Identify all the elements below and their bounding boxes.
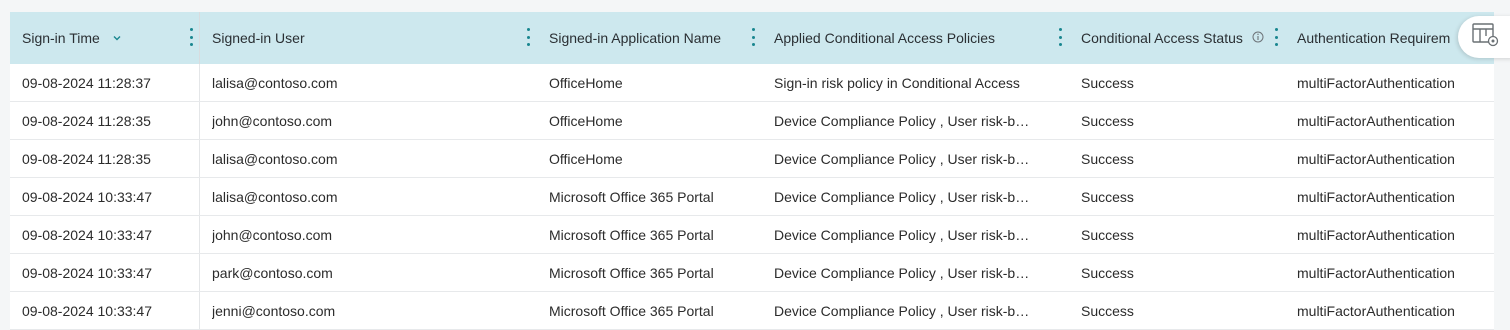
column-menu-icon[interactable]: [1059, 28, 1063, 46]
cell-authentication-requirement: multiFactorAuthentication: [1297, 74, 1455, 91]
cell-authentication-requirement: multiFactorAuthentication: [1297, 302, 1455, 319]
cell-conditional-access-status: Success: [1081, 112, 1134, 129]
cell-conditional-access-policies: Device Compliance Policy , User risk-bas…: [774, 188, 1036, 205]
cell-conditional-access-status: Success: [1081, 226, 1134, 243]
column-header-label: Applied Conditional Access Policies: [774, 30, 996, 46]
cell-application-name: OfficeHome: [549, 150, 623, 167]
cell-conditional-access-status: Success: [1081, 74, 1134, 91]
column-header-application-name[interactable]: Signed-in Application Name: [537, 12, 762, 64]
column-header-label: Signed-in Application Name: [549, 30, 721, 46]
column-menu-icon[interactable]: [190, 28, 194, 46]
column-header-label: Sign-in Time: [22, 30, 100, 46]
table-settings-icon: [1472, 22, 1500, 53]
cell-conditional-access-policies: Device Compliance Policy , User risk-bas…: [774, 226, 1036, 243]
column-header-signed-in-user[interactable]: Signed-in User: [200, 12, 537, 64]
column-menu-icon[interactable]: [1275, 28, 1279, 46]
cell-signed-in-user: john@contoso.com: [212, 226, 333, 243]
cell-sign-in-time: 09-08-2024 10:33:47: [10, 254, 200, 291]
cell-conditional-access-policies: Device Compliance Policy , User risk-bas…: [774, 150, 1036, 167]
column-menu-icon[interactable]: [527, 28, 531, 46]
cell-sign-in-time: 09-08-2024 10:33:47: [10, 178, 200, 215]
table-row[interactable]: 09-08-2024 10:33:47 john@contoso.com Mic…: [10, 216, 1494, 254]
column-header-label: Conditional Access Status: [1081, 30, 1243, 46]
table-row[interactable]: 09-08-2024 10:33:47 jenni@contoso.com Mi…: [10, 292, 1494, 330]
cell-signed-in-user: park@contoso.com: [212, 264, 333, 281]
cell-conditional-access-status: Success: [1081, 264, 1134, 281]
cell-conditional-access-policies: Sign-in risk policy in Conditional Acces…: [774, 74, 1020, 91]
cell-conditional-access-policies: Device Compliance Policy , User risk-bas…: [774, 264, 1036, 281]
cell-sign-in-time: 09-08-2024 10:33:47: [10, 292, 200, 329]
table-row[interactable]: 09-08-2024 11:28:35 lalisa@contoso.com O…: [10, 140, 1494, 178]
sign-in-logs-table: Sign-in Time Signed-in User Signed-in Ap…: [10, 12, 1494, 330]
table-row[interactable]: 09-08-2024 10:33:47 park@contoso.com Mic…: [10, 254, 1494, 292]
cell-sign-in-time: 09-08-2024 11:28:37: [10, 64, 200, 101]
chevron-down-icon[interactable]: [112, 30, 122, 46]
info-icon[interactable]: [1252, 30, 1264, 46]
table-body: 09-08-2024 11:28:37 lalisa@contoso.com O…: [10, 64, 1494, 330]
cell-application-name: Microsoft Office 365 Portal: [549, 264, 714, 281]
cell-signed-in-user: john@contoso.com: [212, 112, 333, 129]
cell-authentication-requirement: multiFactorAuthentication: [1297, 188, 1455, 205]
cell-signed-in-user: lalisa@contoso.com: [212, 188, 338, 205]
cell-conditional-access-policies: Device Compliance Policy , User risk-bas…: [774, 302, 1036, 319]
cell-conditional-access-policies: Device Compliance Policy , User risk-bas…: [774, 112, 1036, 129]
cell-signed-in-user: lalisa@contoso.com: [212, 150, 338, 167]
column-header-label: Authentication Requirem: [1297, 30, 1451, 46]
cell-authentication-requirement: multiFactorAuthentication: [1297, 226, 1455, 243]
cell-signed-in-user: lalisa@contoso.com: [212, 74, 338, 91]
column-header-conditional-access-policies[interactable]: Applied Conditional Access Policies: [762, 12, 1069, 64]
cell-signed-in-user: jenni@contoso.com: [212, 302, 336, 319]
cell-conditional-access-status: Success: [1081, 150, 1134, 167]
table-row[interactable]: 09-08-2024 11:28:37 lalisa@contoso.com O…: [10, 64, 1494, 102]
cell-sign-in-time: 09-08-2024 10:33:47: [10, 216, 200, 253]
cell-sign-in-time: 09-08-2024 11:28:35: [10, 102, 200, 139]
cell-authentication-requirement: multiFactorAuthentication: [1297, 264, 1455, 281]
cell-conditional-access-status: Success: [1081, 302, 1134, 319]
cell-application-name: OfficeHome: [549, 112, 623, 129]
column-menu-icon[interactable]: [752, 28, 756, 46]
cell-application-name: Microsoft Office 365 Portal: [549, 302, 714, 319]
table-row[interactable]: 09-08-2024 10:33:47 lalisa@contoso.com M…: [10, 178, 1494, 216]
cell-application-name: Microsoft Office 365 Portal: [549, 226, 714, 243]
table-row[interactable]: 09-08-2024 11:28:35 john@contoso.com Off…: [10, 102, 1494, 140]
column-header-label: Signed-in User: [212, 30, 305, 46]
column-header-conditional-access-status[interactable]: Conditional Access Status: [1069, 12, 1285, 64]
table-header: Sign-in Time Signed-in User Signed-in Ap…: [10, 12, 1494, 64]
cell-application-name: Microsoft Office 365 Portal: [549, 188, 714, 205]
cell-sign-in-time: 09-08-2024 11:28:35: [10, 140, 200, 177]
cell-authentication-requirement: multiFactorAuthentication: [1297, 150, 1455, 167]
cell-authentication-requirement: multiFactorAuthentication: [1297, 112, 1455, 129]
cell-application-name: OfficeHome: [549, 74, 623, 91]
column-settings-button[interactable]: [1458, 16, 1510, 58]
column-header-sign-in-time[interactable]: Sign-in Time: [10, 12, 200, 64]
cell-conditional-access-status: Success: [1081, 188, 1134, 205]
